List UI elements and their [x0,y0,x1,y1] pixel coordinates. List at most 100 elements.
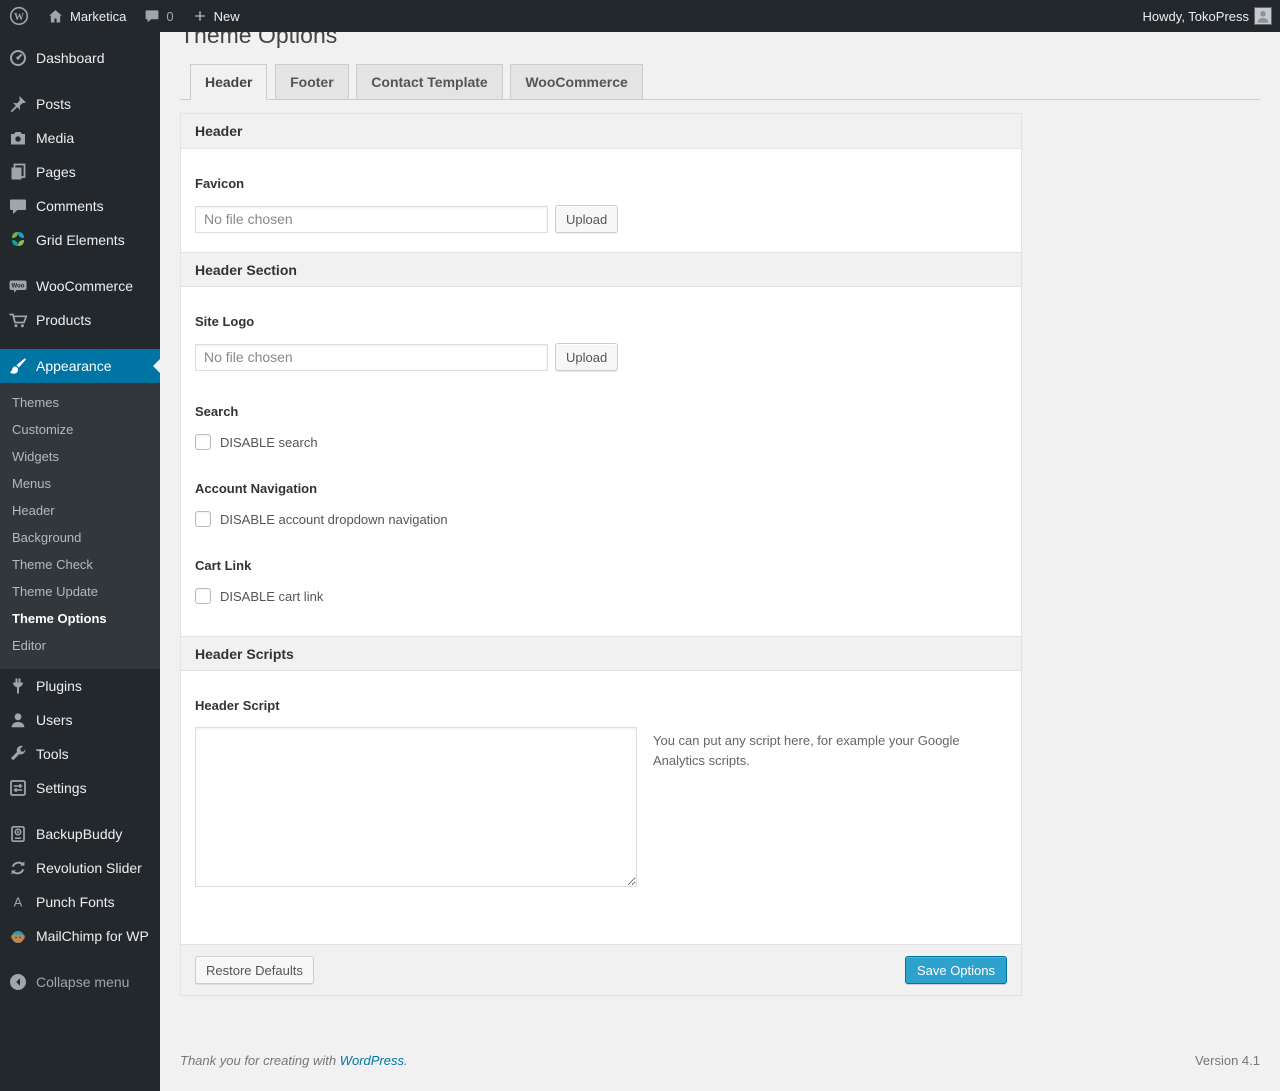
sidebar-item-label: Products [36,312,92,328]
disable-search-checkbox[interactable] [195,434,211,450]
site-logo-file-input[interactable] [195,343,548,371]
tab-woocommerce[interactable]: WooCommerce [510,64,643,100]
media-icon [8,128,28,148]
sidebar-item-settings[interactable]: Settings [0,771,160,805]
header-script-hint: You can put any script here, for example… [653,733,960,769]
comment-bubble-icon [8,196,28,216]
restore-defaults-button[interactable]: Restore Defaults [195,956,314,984]
submenu-item-theme-update[interactable]: Theme Update [0,578,160,605]
section-header-header-scripts: Header Scripts [181,636,1021,671]
admin-bar-right: Howdy, TokoPress [1134,0,1280,32]
submenu-item-menus[interactable]: Menus [0,470,160,497]
favicon-file-input[interactable] [195,205,548,233]
submenu-item-customize[interactable]: Customize [0,416,160,443]
site-logo-upload-row: Upload [195,343,1007,377]
sidebar-item-products[interactable]: Products [0,303,160,337]
wordpress-logo-icon: W [9,6,29,26]
admin-sidebar: Dashboard Posts Media Pages Comments Gri… [0,32,160,1091]
backup-drive-icon [8,824,28,844]
sidebar-item-backupbuddy[interactable]: BackupBuddy [0,817,160,851]
sidebar-item-users[interactable]: Users [0,703,160,737]
page-footer: Thank you for creating with WordPress. V… [180,1053,1260,1068]
site-name: Marketica [70,8,127,24]
submenu-item-header[interactable]: Header [0,497,160,524]
svg-text:A: A [14,895,23,910]
wordpress-logo-menu[interactable]: W [0,0,38,32]
dashboard-icon [8,48,28,68]
header-script-row: You can put any script here, for example… [195,727,1007,944]
tab-header[interactable]: Header [190,64,268,100]
comment-bubble-icon [144,8,160,24]
disable-account-checkbox[interactable] [195,511,211,527]
submenu-item-theme-check[interactable]: Theme Check [0,551,160,578]
sidebar-item-media[interactable]: Media [0,121,160,155]
site-link[interactable]: Marketica [38,0,135,32]
menu-separator [0,75,160,87]
sidebar-item-label: Appearance [36,358,112,374]
appearance-submenu-wrap: Themes Customize Widgets Menus Header Ba… [0,383,160,669]
disable-account-label: DISABLE account dropdown navigation [220,511,448,527]
sidebar-item-dashboard[interactable]: Dashboard [0,41,160,75]
comments-shortcut[interactable]: 0 [135,0,182,32]
section-body-header-scripts: Header Script You can put any script her… [181,671,1021,944]
disable-cart-label: DISABLE cart link [220,588,324,604]
sidebar-item-posts[interactable]: Posts [0,87,160,121]
menu-separator [0,953,160,965]
sidebar-item-pages[interactable]: Pages [0,155,160,189]
search-label: Search [195,404,239,419]
tab-footer[interactable]: Footer [275,64,349,100]
appearance-submenu: Themes Customize Widgets Menus Header Ba… [0,383,160,669]
admin-menu: Dashboard Posts Media Pages Comments Gri… [0,32,160,999]
tab-contact-template[interactable]: Contact Template [356,64,503,100]
new-content-menu[interactable]: New [183,0,249,32]
sidebar-item-plugins[interactable]: Plugins [0,669,160,703]
sidebar-item-collapse-menu[interactable]: Collapse menu [0,965,160,999]
brush-icon [8,356,28,376]
section-body-header: Favicon Upload [181,149,1021,252]
wordpress-link[interactable]: WordPress [340,1053,404,1068]
section-header-header: Header [181,114,1021,149]
site-logo-upload-button[interactable]: Upload [555,343,619,371]
avatar [1254,7,1272,25]
sidebar-item-label: Collapse menu [36,974,130,990]
sidebar-item-label: Grid Elements [36,232,125,248]
save-options-button[interactable]: Save Options [904,956,1007,984]
sidebar-item-label: Settings [36,780,87,796]
sidebar-item-label: Tools [36,746,69,762]
collapse-arrow-icon [8,972,28,992]
grid-elements-icon [8,230,28,250]
section-body-header-section: Site Logo Upload Search DISABLE search A… [181,287,1021,636]
favicon-upload-button[interactable]: Upload [555,205,619,233]
sidebar-item-label: Media [36,130,75,146]
sidebar-item-revolution-slider[interactable]: Revolution Slider [0,851,160,885]
sidebar-item-label: Pages [36,164,76,180]
sidebar-item-woocommerce[interactable]: Woo WooCommerce [0,269,160,303]
sidebar-item-label: MailChimp for WP [36,928,149,944]
plug-icon [8,676,28,696]
submenu-item-widgets[interactable]: Widgets [0,443,160,470]
sidebar-item-mailchimp[interactable]: MailChimp for WP [0,919,160,953]
sidebar-item-punch-fonts[interactable]: A Punch Fonts [0,885,160,919]
sidebar-item-comments[interactable]: Comments [0,189,160,223]
submenu-item-editor[interactable]: Editor [0,632,160,659]
submenu-item-themes[interactable]: Themes [0,389,160,416]
sidebar-item-appearance[interactable]: Appearance [0,349,160,383]
favicon-label: Favicon [195,176,245,191]
sidebar-item-label: WooCommerce [36,278,133,294]
my-account-menu[interactable]: Howdy, TokoPress [1134,0,1280,32]
submenu-item-theme-options[interactable]: Theme Options [0,605,160,632]
main-content: Theme Options Header Footer Contact Temp… [160,0,1280,1068]
user-icon [8,710,28,730]
howdy-text: Howdy, TokoPress [1142,8,1249,24]
menu-separator [0,257,160,269]
sidebar-item-grid-elements[interactable]: Grid Elements [0,223,160,257]
thanks-suffix: . [404,1053,408,1068]
sidebar-item-tools[interactable]: Tools [0,737,160,771]
header-script-textarea[interactable] [195,727,637,887]
sidebar-item-label: Dashboard [36,50,105,66]
submenu-item-background[interactable]: Background [0,524,160,551]
disable-cart-checkbox[interactable] [195,588,211,604]
sidebar-item-label: Punch Fonts [36,894,115,910]
letter-a-icon: A [8,892,28,912]
menu-separator [0,805,160,817]
